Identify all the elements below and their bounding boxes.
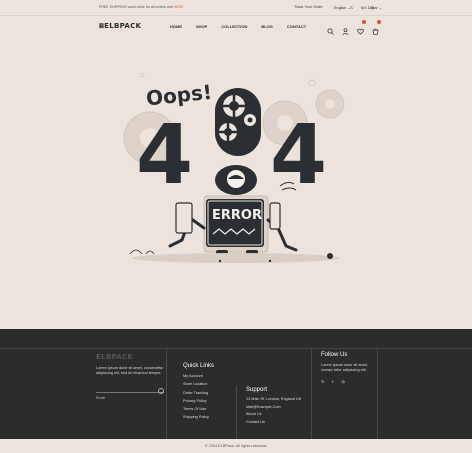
wishlist-badge (362, 20, 366, 24)
email-submit-button[interactable]: → (158, 388, 164, 394)
footer: ELBPACK Lorem ipsum dolor sit amet, cons… (0, 329, 472, 439)
facebook-icon[interactable]: f (332, 379, 333, 384)
heart-icon[interactable] (357, 20, 366, 35)
quick-links-list: My Account Store Location Order Tracking… (183, 374, 209, 424)
promo-text: FREE SHIPPING world wide for all orders … (99, 5, 183, 9)
promo-amount: $199 (174, 5, 183, 9)
main-nav: HOME SHOP COLLECTION BLOG CONTACT (170, 24, 306, 29)
error-404-illustration: Oops! 4 4 ERROR (123, 72, 345, 263)
error-screen-text: ERROR (212, 208, 262, 223)
support-link-contact[interactable]: Contact Us (246, 420, 306, 425)
language-selector[interactable]: English ⌄ (334, 5, 351, 10)
quick-links-title: Quick Links (183, 363, 215, 369)
cart-badge (377, 20, 381, 24)
x-icon[interactable]: 𝕏 (321, 379, 324, 384)
instagram-icon[interactable]: ◎ (341, 379, 345, 384)
nav-blog[interactable]: BLOG (261, 24, 273, 29)
quick-link-shipping-policy[interactable]: Shipping Policy (183, 415, 209, 423)
follow-us-title: Follow Us (321, 352, 348, 358)
footer-divider (0, 348, 472, 349)
ground-shadow (132, 253, 340, 263)
support-address: 13 Main St, London, England UK (246, 397, 302, 401)
top-socials: 𝕏 f ◎ (350, 5, 374, 10)
email-field[interactable]: Email (96, 396, 105, 400)
quick-link-my-account[interactable]: My Account (183, 374, 209, 382)
support-title: Support (246, 387, 268, 393)
follow-us-description: Lorem ipsum dolor sit amet, consec tetur… (321, 363, 368, 373)
copyright-text: © 2024 ELBPack. All rights reserved. (0, 439, 472, 453)
logo[interactable]: 🞖ELBPACK (99, 22, 141, 31)
nav-shop[interactable]: SHOP (196, 24, 207, 29)
support-email[interactable]: Mail@Example.Com (246, 405, 306, 410)
user-icon[interactable] (342, 22, 349, 36)
instagram-icon[interactable]: ◎ (370, 5, 374, 10)
footer-column-divider (236, 386, 237, 439)
track-order-link[interactable]: Track Your Order (294, 5, 323, 10)
support-list: 13 Main St, London, England UK Mail@Exam… (246, 397, 306, 428)
nav-contact[interactable]: CONTACT (287, 24, 306, 29)
quick-link-privacy-policy[interactable]: Privacy Policy (183, 399, 209, 407)
digit-left: 4 (136, 108, 193, 203)
cart-icon[interactable] (372, 20, 381, 35)
footer-column-divider (166, 349, 167, 439)
footer-description: Lorem ipsum dolor sit amet, consectetur … (96, 366, 164, 376)
header-icons (327, 20, 381, 36)
search-icon[interactable] (327, 22, 334, 35)
quick-link-order-tracking[interactable]: Order Tracking (183, 391, 209, 399)
quick-link-store-location[interactable]: Store Location (183, 382, 209, 390)
footer-column-divider (311, 349, 312, 439)
support-link-about[interactable]: About Us (246, 412, 306, 417)
oops-text: Oops! (145, 80, 213, 111)
nav-collection[interactable]: COLLECTION (221, 24, 247, 29)
footer-logo[interactable]: ELBPACK (96, 353, 133, 361)
email-field-underline (96, 392, 164, 393)
x-icon[interactable]: 𝕏 (350, 5, 353, 10)
facebook-icon[interactable]: f (361, 5, 362, 10)
footer-column-divider (377, 349, 378, 439)
top-bar: FREE SHIPPING world wide for all orders … (0, 0, 472, 16)
nav-home[interactable]: HOME (170, 24, 182, 29)
footer-socials: 𝕏 f ◎ (321, 379, 345, 384)
quick-link-terms-of-use[interactable]: Terms Of Use (183, 407, 209, 415)
digit-right: 4 (270, 108, 327, 203)
